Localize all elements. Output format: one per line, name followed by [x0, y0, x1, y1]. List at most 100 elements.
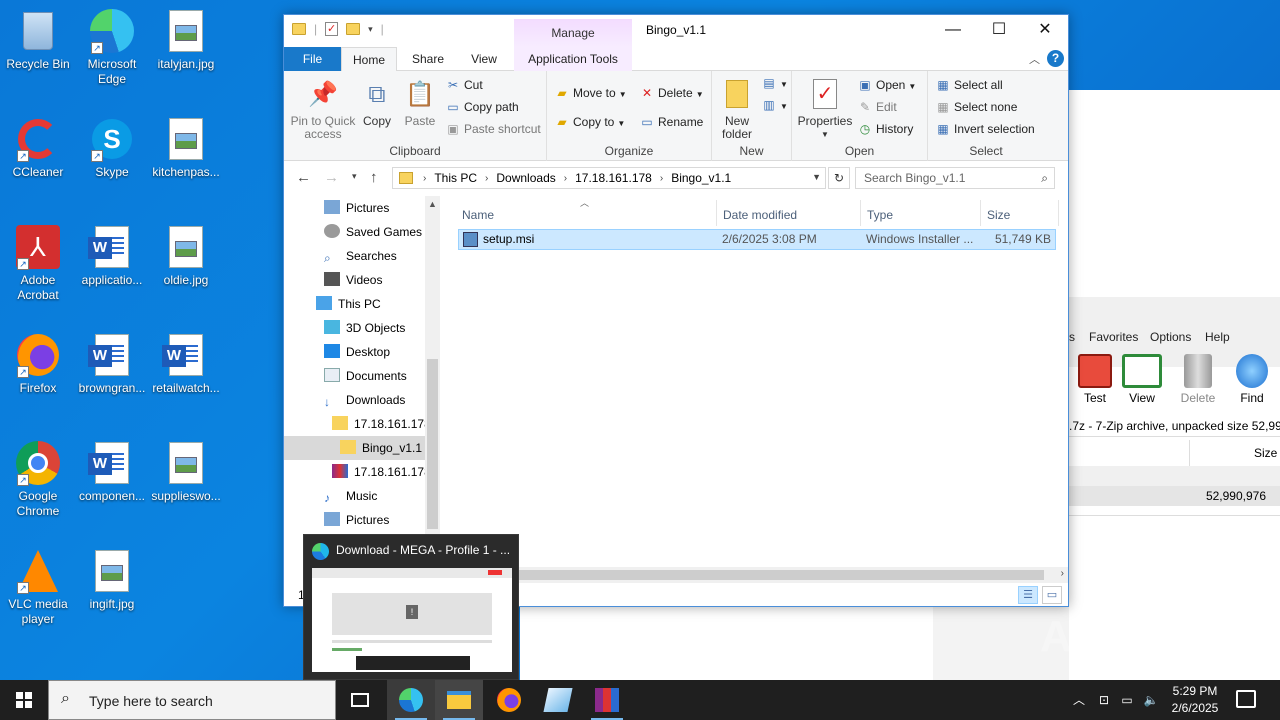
breadcrumb-separator-icon[interactable]: › — [564, 173, 567, 184]
copy-to-button[interactable]: ▰ Copy to ▼ — [555, 112, 625, 132]
refresh-icon[interactable]: ↻ — [828, 167, 850, 189]
scrollbar-thumb[interactable] — [427, 359, 438, 529]
nav-item-ip-folder[interactable]: 17.18.161.178 — [332, 412, 431, 436]
column-divider[interactable] — [860, 200, 861, 226]
sevenzip-test-button[interactable]: Test — [1069, 354, 1121, 405]
paste-shortcut-button[interactable]: ▣ Paste shortcut — [446, 119, 540, 139]
desktop-icon-ccleaner[interactable]: ↗ CCleaner — [0, 116, 76, 180]
file-explorer-window[interactable]: | ✓ ▾ | Manage Bingo_v1.1 — ☐ ✕ File Hom… — [283, 14, 1069, 607]
nav-item-downloads[interactable]: ↓ Downloads — [324, 388, 405, 412]
pin-to-quick-access-button[interactable]: 📌 Pin to Quick access — [290, 77, 356, 141]
easy-access-button[interactable]: ▥ ▼ — [762, 95, 788, 115]
tab-home[interactable]: Home — [341, 47, 397, 72]
address-dropdown-icon[interactable]: ▼ — [812, 172, 821, 182]
nav-item-3d-objects[interactable]: 3D Objects — [324, 316, 405, 340]
sevenzip-window[interactable]: s Favorites Options Help Test View Delet… — [1069, 90, 1280, 680]
column-header-name[interactable]: Name — [462, 202, 494, 228]
tray-chevron-icon[interactable]: ︿ — [1068, 680, 1090, 720]
delete-button[interactable]: ✕ Delete ▼ — [640, 83, 704, 103]
column-divider[interactable] — [1058, 200, 1059, 226]
desktop-icon-vlc[interactable]: ↗ VLC media player — [0, 548, 76, 627]
task-view-button[interactable] — [336, 680, 384, 720]
nav-item-bingo[interactable]: Bingo_v1.1 — [284, 436, 425, 460]
nav-item-music[interactable]: ♪ Music — [324, 484, 377, 508]
search-input[interactable]: Search Bingo_v1.1 ⌕ — [855, 167, 1055, 189]
desktop-icon-oldie[interactable]: oldie.jpg — [148, 224, 224, 288]
column-header-type[interactable]: Type — [867, 202, 893, 228]
desktop-icon-browngran[interactable]: W browngran... — [74, 332, 150, 396]
sevenzip-view-button[interactable]: View — [1116, 354, 1168, 405]
title-bar[interactable]: | ✓ ▾ | Manage Bingo_v1.1 — ☐ ✕ — [284, 15, 1068, 47]
column-header-size[interactable]: Size — [987, 202, 1010, 228]
taskbar-file-explorer[interactable] — [435, 680, 483, 720]
navigation-pane-scrollbar[interactable]: ▲ — [425, 196, 440, 546]
new-item-button[interactable]: ▤ ▼ — [762, 73, 788, 93]
sevenzip-menu-help[interactable]: Help — [1205, 330, 1230, 344]
network-icon[interactable]: ▭ — [1116, 680, 1138, 720]
breadcrumb-separator-icon[interactable]: › — [660, 173, 663, 184]
breadcrumb-this-pc[interactable]: This PC — [434, 171, 477, 185]
large-icons-view-icon[interactable]: ▭ — [1042, 586, 1062, 604]
desktop-icon-applicatio[interactable]: W applicatio... — [74, 224, 150, 288]
scrollbar-thumb[interactable] — [504, 570, 1044, 580]
start-button[interactable] — [0, 680, 48, 720]
desktop-icon-componen[interactable]: W componen... — [74, 440, 150, 504]
paste-button[interactable]: 📋 Paste — [402, 77, 438, 128]
tab-file[interactable]: File — [284, 47, 341, 71]
details-view-icon[interactable]: ☰ — [1018, 586, 1038, 604]
desktop-icon-kitchenpas[interactable]: kitchenpas... — [148, 116, 224, 180]
tab-application-tools[interactable]: Application Tools — [514, 47, 632, 71]
recent-locations-chevron-icon[interactable]: ▾ — [352, 171, 357, 182]
taskbar-search-box[interactable]: ⌕ Type here to search — [48, 680, 336, 720]
move-to-button[interactable]: ▰ Move to ▼ — [555, 83, 626, 103]
navigation-pane[interactable]: Pictures Saved Games ⌕ Searches Videos Th… — [284, 196, 440, 546]
table-row[interactable]: setup.msi 2/6/2025 3:08 PM Windows Insta… — [458, 229, 1056, 250]
desktop-icon-skype[interactable]: S ↗ Skype — [74, 116, 150, 180]
tab-view[interactable]: View — [460, 47, 508, 71]
taskbar-thumbnail-preview[interactable]: Download - MEGA - Profile 1 - ... — [303, 534, 519, 680]
sevenzip-size-value[interactable]: 52,990,976 — [1069, 486, 1280, 506]
sevenzip-menu-item-partial[interactable]: s — [1069, 330, 1075, 344]
nav-item-desktop[interactable]: Desktop — [324, 340, 390, 364]
tray-device-icon[interactable]: ⊡ — [1094, 680, 1114, 720]
forward-arrow-icon[interactable]: → — [324, 169, 339, 186]
new-folder-icon[interactable] — [346, 23, 361, 35]
desktop-icon-recycle-bin[interactable]: Recycle Bin — [0, 8, 76, 72]
sevenzip-delete-button[interactable]: Delete — [1172, 354, 1224, 405]
collapse-ribbon-icon[interactable]: ︿ — [1029, 51, 1040, 67]
address-bar[interactable]: › This PC › Downloads › 17.18.161.178 › … — [392, 167, 826, 189]
file-list[interactable]: ︿ Name Date modified Type Size setup.msi… — [444, 196, 1068, 566]
nav-item-videos[interactable]: Videos — [324, 268, 382, 292]
edit-button[interactable]: ✎ Edit — [858, 97, 897, 117]
breadcrumb-bingo[interactable]: Bingo_v1.1 — [671, 171, 731, 185]
sevenzip-size-column-header[interactable]: Size — [1189, 440, 1280, 466]
invert-selection-button[interactable]: ▦ Invert selection — [936, 119, 1034, 139]
properties-button[interactable]: ✓ Properties ▼ — [796, 77, 854, 141]
tab-share[interactable]: Share — [404, 47, 452, 71]
nav-item-saved-games[interactable]: Saved Games — [324, 220, 422, 244]
copy-path-button[interactable]: ▭ Copy path — [446, 97, 518, 117]
breadcrumb-downloads[interactable]: Downloads — [496, 171, 555, 185]
column-divider[interactable] — [980, 200, 981, 226]
preview-thumbnail[interactable] — [312, 568, 512, 672]
open-button[interactable]: ▣ Open ▼ — [858, 75, 916, 95]
properties-check-icon[interactable]: ✓ — [325, 22, 339, 36]
desktop-icon-retailwatch[interactable]: W retailwatch... — [148, 332, 224, 396]
help-icon[interactable]: ? — [1047, 50, 1064, 67]
nav-item-documents[interactable]: Documents — [324, 364, 407, 388]
close-button[interactable]: ✕ — [1022, 15, 1068, 45]
copy-button[interactable]: ⧉ Copy — [360, 77, 394, 128]
desktop-icon-italyjan[interactable]: italyjan.jpg — [148, 8, 224, 72]
desktop-icon-ingift[interactable]: ingift.jpg — [74, 548, 150, 612]
desktop-icon-google-chrome[interactable]: ↗ Google Chrome — [0, 440, 76, 519]
volume-icon[interactable]: 🔈 — [1140, 680, 1162, 720]
qat-dropdown-icon[interactable]: ▾ — [368, 24, 373, 35]
horizontal-scrollbar[interactable]: › — [504, 567, 1068, 583]
taskbar-edge[interactable] — [387, 680, 435, 720]
sevenzip-row[interactable] — [1069, 466, 1280, 486]
nav-item-ip-archive[interactable]: 17.18.161.178 — [332, 460, 431, 484]
select-all-button[interactable]: ▦ Select all — [936, 75, 1002, 95]
maximize-button[interactable]: ☐ — [976, 15, 1022, 45]
nav-item-pictures-2[interactable]: Pictures — [324, 508, 389, 532]
taskbar-clock[interactable]: 5:29 PM 2/6/2025 — [1160, 683, 1230, 717]
